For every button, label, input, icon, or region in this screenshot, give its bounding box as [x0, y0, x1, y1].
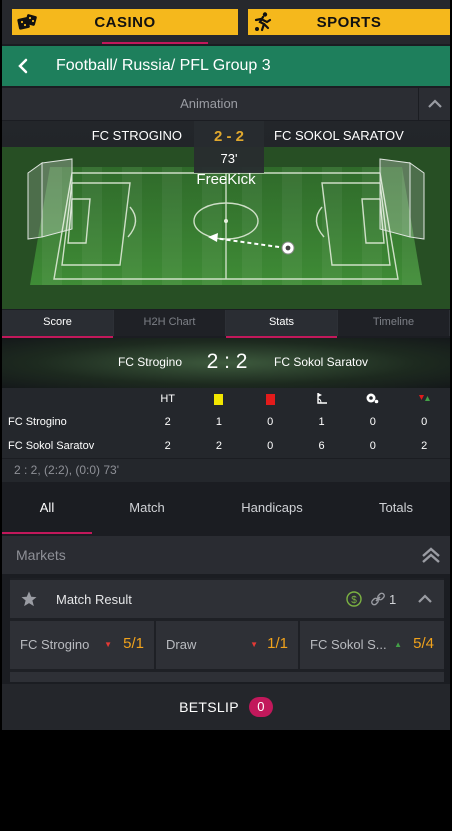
match-score: 2 - 2 — [213, 128, 244, 145]
stats-table: HT FC Strogino 2 1 0 1 0 0 FC Sokol Sara… — [2, 388, 450, 458]
scoreboard-home: FC Strogino — [117, 355, 182, 369]
match-animation: FC STROGINO 2 - 2 73' FC SOKOL SARATOV F… — [2, 121, 450, 309]
ht-header: HT — [160, 393, 175, 405]
double-chevron-up-icon[interactable] — [420, 544, 442, 566]
chevron-left-icon — [18, 58, 28, 74]
tab-totals[interactable]: Totals — [342, 484, 450, 534]
tab-score[interactable]: Score — [2, 310, 114, 338]
page-header: Football/ Russia/ PFL Group 3 — [2, 46, 450, 86]
trend-up-icon: ▲ — [394, 640, 402, 649]
link-icon — [371, 592, 385, 606]
betslip-count-badge: 0 — [248, 697, 273, 717]
outcome-odds: 1/1 — [267, 635, 288, 652]
stats-row-away: FC Sokol Saratov 2 2 0 6 0 2 — [2, 434, 450, 458]
market-name: Match Result — [56, 592, 132, 607]
outcome-name: FC Strogino — [20, 637, 90, 652]
outcome-odds: 5/1 — [123, 635, 144, 652]
tab-timeline[interactable]: Timeline — [338, 310, 450, 336]
stat-value: 1 — [318, 416, 325, 428]
red-card-icon — [245, 393, 296, 405]
betslip-bar[interactable]: BETSLIP 0 — [2, 684, 450, 730]
stat-value: 2 — [215, 440, 222, 452]
substitution-icon — [398, 393, 449, 406]
outcome-odds: 5/4 — [413, 635, 434, 652]
stat-value: 0 — [369, 440, 376, 452]
casino-label: CASINO — [94, 13, 156, 31]
stat-value: 0 — [369, 416, 376, 428]
trend-down-icon: ▼ — [104, 640, 112, 649]
back-button[interactable] — [2, 46, 44, 86]
odds-button-draw[interactable]: Draw ▼ 1/1 — [156, 621, 298, 669]
stat-tabs: Score H2H Chart Stats Timeline — [2, 310, 450, 338]
stats-team-home: FC Strogino — [8, 416, 67, 428]
svg-text:$: $ — [351, 595, 357, 606]
stats-row-home: FC Strogino 2 1 0 1 0 0 — [2, 410, 450, 434]
stat-value: 2 — [164, 416, 171, 428]
score-box: 2 - 2 73' — [194, 121, 264, 173]
tab-h2h-chart[interactable]: H2H Chart — [114, 310, 226, 336]
animation-bar[interactable]: Animation — [2, 88, 450, 120]
animation-label: Animation — [180, 96, 238, 111]
score-summary: 2 : 2, (2:2), (0:0) 73' — [2, 458, 450, 482]
running-player-icon — [254, 12, 272, 32]
tab-stats[interactable]: Stats — [226, 310, 338, 338]
stats-team-away: FC Sokol Saratov — [8, 440, 95, 452]
chevron-up-icon — [427, 99, 442, 108]
stat-value: 0 — [421, 416, 428, 428]
market-header[interactable]: Match Result $ 1 — [10, 580, 444, 618]
market-row-partial — [10, 672, 444, 682]
trend-down-icon: ▼ — [250, 640, 258, 649]
stat-value: 1 — [215, 416, 222, 428]
bottom-area — [2, 730, 450, 831]
sports-button[interactable]: SPORTS — [248, 9, 450, 35]
yellow-card-icon — [193, 393, 244, 405]
odds-button-home[interactable]: FC Strogino ▼ 5/1 — [10, 621, 154, 669]
market-card: Match Result $ 1 FC Strogino ▼ 5/1 Draw … — [10, 578, 444, 682]
stat-value: 2 — [164, 440, 171, 452]
stat-value: 0 — [267, 440, 274, 452]
tab-all[interactable]: All — [2, 484, 92, 534]
tab-handicaps[interactable]: Handicaps — [202, 484, 342, 534]
outcome-name: Draw — [166, 637, 197, 652]
stats-header-row: HT — [2, 388, 450, 410]
sports-label: SPORTS — [316, 13, 382, 31]
outcome-name: FC Sokol S... — [310, 637, 387, 652]
scoreboard-away: FC Sokol Saratov — [274, 355, 369, 369]
market-tabs: All Match Handicaps Totals — [2, 484, 450, 534]
markets-header[interactable]: Markets — [2, 536, 450, 574]
betslip-label: BETSLIP — [179, 699, 239, 715]
tab-match[interactable]: Match — [92, 484, 202, 534]
markets-label: Markets — [16, 547, 66, 563]
scoreboard-banner: FC Strogino 2 : 2 FC Sokol Saratov — [2, 338, 450, 388]
stat-value: 6 — [318, 440, 325, 452]
event-label: FreeKick — [196, 171, 256, 188]
cashout-icon: $ — [346, 591, 362, 607]
home-team-name: FC STROGINO — [91, 128, 182, 143]
star-icon — [21, 591, 37, 607]
animation-collapse-button[interactable] — [418, 88, 450, 120]
favorite-button[interactable] — [10, 580, 48, 618]
dice-icon — [17, 14, 37, 30]
stat-value: 0 — [267, 416, 274, 428]
match-minute: 73' — [220, 151, 238, 166]
penalty-icon — [347, 392, 398, 407]
breadcrumb: Football/ Russia/ PFL Group 3 — [56, 57, 271, 74]
casino-button[interactable]: CASINO — [12, 9, 238, 35]
stat-value: 2 — [421, 440, 428, 452]
scoreboard-score: 2 : 2 — [206, 350, 248, 373]
app-frame: CASINO SPORTS Football/ Russia/ PFL Grou… — [2, 0, 450, 831]
market-count: 1 — [389, 592, 397, 607]
odds-button-away[interactable]: FC Sokol S... ▲ 5/4 — [300, 621, 444, 669]
corner-icon — [296, 392, 347, 407]
active-tab-indicator — [102, 42, 208, 44]
top-nav: CASINO SPORTS — [2, 0, 450, 44]
away-team-name: FC SOKOL SARATOV — [274, 128, 404, 143]
chevron-up-icon[interactable] — [416, 590, 434, 608]
